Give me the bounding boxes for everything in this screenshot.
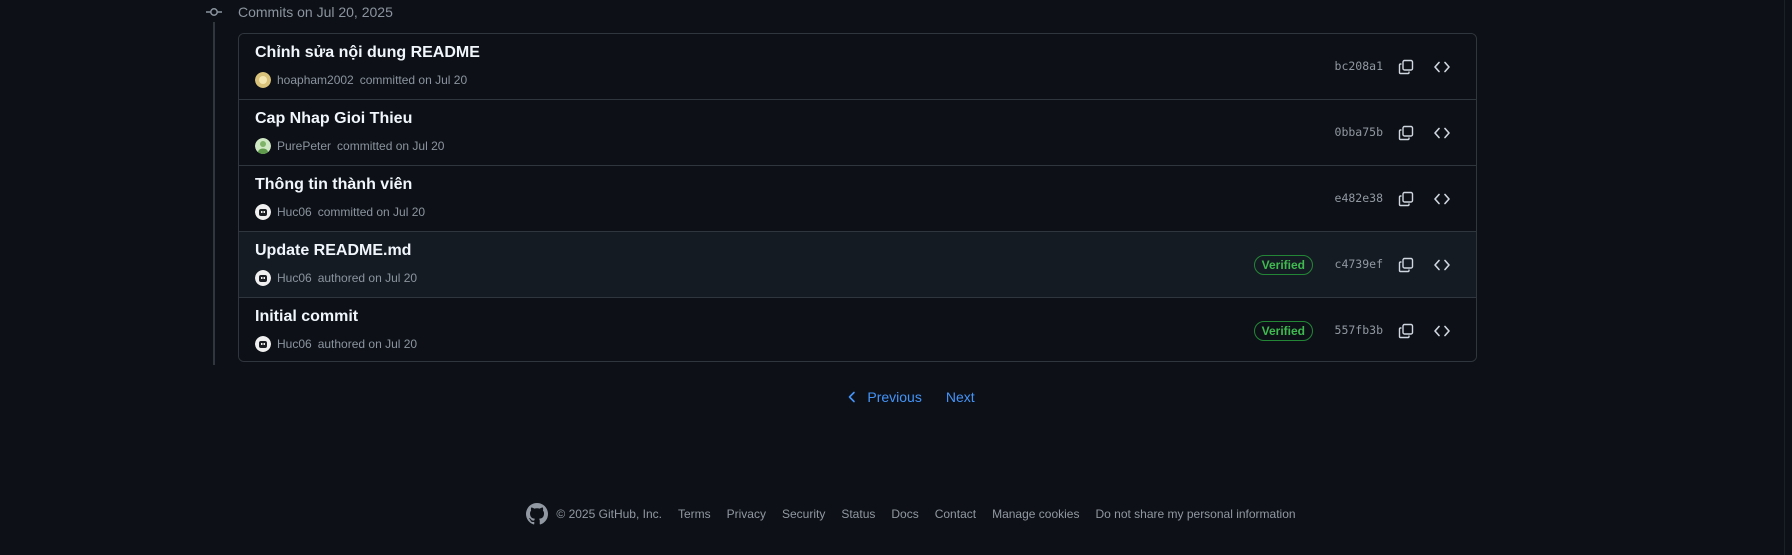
git-commit-icon	[204, 2, 224, 22]
browse-repository-button[interactable]	[1426, 249, 1458, 281]
footer-copyright: © 2025 GitHub, Inc.	[526, 503, 662, 525]
browse-repository-button[interactable]	[1426, 315, 1458, 347]
commit-group-date: Commits on Jul 20, 2025	[238, 4, 393, 20]
previous-label: Previous	[867, 389, 922, 405]
code-icon	[1434, 61, 1450, 73]
code-icon	[1434, 193, 1450, 205]
avatar[interactable]	[255, 336, 271, 352]
footer-link-security[interactable]: Security	[782, 507, 825, 521]
code-icon	[1434, 325, 1450, 337]
copy-icon	[1398, 323, 1414, 339]
avatar[interactable]	[255, 138, 271, 154]
commit-meta: hoapham2002 committed on Jul 20	[255, 72, 467, 88]
avatar[interactable]	[255, 72, 271, 88]
code-icon	[1434, 127, 1450, 139]
commit-row[interactable]: Update README.md Huc06 authored on Jul 2…	[239, 232, 1476, 298]
commit-list: Chỉnh sửa nội dung README hoapham2002 co…	[238, 33, 1477, 362]
footer-link-status[interactable]: Status	[841, 507, 875, 521]
commit-meta: Huc06 authored on Jul 20	[255, 270, 417, 286]
footer-link-docs[interactable]: Docs	[891, 507, 918, 521]
commit-sha[interactable]: 0bba75b	[1335, 125, 1383, 139]
commit-meta: Huc06 committed on Jul 20	[255, 204, 425, 220]
commit-action: committed on Jul 20	[337, 139, 445, 153]
vertical-scrollbar[interactable]	[1784, 0, 1792, 555]
commit-action: authored on Jul 20	[317, 271, 418, 285]
next-page-link[interactable]: Next	[938, 385, 983, 409]
code-icon	[1434, 259, 1450, 271]
commit-title-link[interactable]: Initial commit	[255, 308, 358, 326]
commit-author[interactable]: PurePeter	[277, 139, 331, 153]
commit-row[interactable]: Thông tin thành viên Huc06 committed on …	[239, 166, 1476, 232]
footer-link-contact[interactable]: Contact	[935, 507, 976, 521]
footer-link-manage-cookies[interactable]: Manage cookies	[992, 507, 1079, 521]
copy-icon	[1398, 191, 1414, 207]
browse-repository-button[interactable]	[1426, 117, 1458, 149]
chevron-left-icon	[849, 391, 856, 403]
footer-link-terms[interactable]: Terms	[678, 507, 711, 521]
commit-action: authored on Jul 20	[317, 337, 418, 351]
pagination: Previous Next	[0, 385, 1792, 409]
browse-repository-button[interactable]	[1426, 183, 1458, 215]
commit-title-link[interactable]: Thông tin thành viên	[255, 176, 412, 194]
copy-icon	[1398, 59, 1414, 75]
copy-sha-button[interactable]	[1390, 117, 1422, 149]
copy-sha-button[interactable]	[1390, 183, 1422, 215]
next-label: Next	[945, 389, 975, 405]
commit-sha[interactable]: bc208a1	[1335, 59, 1383, 73]
commit-group-header: Commits on Jul 20, 2025	[204, 0, 393, 24]
copy-sha-button[interactable]	[1390, 249, 1422, 281]
verified-badge[interactable]: Verified	[1253, 255, 1313, 275]
commit-sha[interactable]: c4739ef	[1335, 257, 1383, 271]
commit-author[interactable]: Huc06	[277, 205, 312, 219]
copy-icon	[1398, 257, 1414, 273]
commit-author[interactable]: hoapham2002	[277, 73, 354, 87]
avatar[interactable]	[255, 204, 271, 220]
commit-row[interactable]: Initial commit Huc06 authored on Jul 20 …	[239, 298, 1476, 361]
timeline-line	[213, 22, 215, 365]
commit-sha[interactable]: 557fb3b	[1335, 323, 1383, 337]
commit-title-link[interactable]: Chỉnh sửa nội dung README	[255, 44, 480, 62]
commit-author[interactable]: Huc06	[277, 271, 312, 285]
footer-link-privacy[interactable]: Privacy	[727, 507, 766, 521]
footer-link-do-not-share[interactable]: Do not share my personal information	[1095, 507, 1295, 521]
commit-action: committed on Jul 20	[359, 73, 468, 87]
commit-action: committed on Jul 20	[317, 205, 426, 219]
commit-sha[interactable]: e482e38	[1335, 191, 1383, 205]
copyright-text: © 2025 GitHub, Inc.	[556, 507, 662, 521]
copy-sha-button[interactable]	[1390, 315, 1422, 347]
copy-icon	[1398, 125, 1414, 141]
commit-title-link[interactable]: Cap Nhap Gioi Thieu	[255, 110, 412, 128]
previous-page-link[interactable]: Previous	[839, 385, 929, 409]
avatar[interactable]	[255, 270, 271, 286]
commit-author[interactable]: Huc06	[277, 337, 312, 351]
commit-title-link[interactable]: Update README.md	[255, 242, 411, 260]
github-logo-icon[interactable]	[526, 503, 549, 525]
copy-sha-button[interactable]	[1390, 51, 1422, 83]
browse-repository-button[interactable]	[1426, 51, 1458, 83]
footer: © 2025 GitHub, Inc. Terms Privacy Securi…	[0, 503, 1792, 525]
verified-badge[interactable]: Verified	[1253, 321, 1313, 341]
commit-row[interactable]: Cap Nhap Gioi Thieu PurePeter committed …	[239, 100, 1476, 166]
commit-meta: Huc06 authored on Jul 20	[255, 336, 417, 352]
commit-row[interactable]: Chỉnh sửa nội dung README hoapham2002 co…	[239, 34, 1476, 100]
commit-meta: PurePeter committed on Jul 20	[255, 138, 444, 154]
